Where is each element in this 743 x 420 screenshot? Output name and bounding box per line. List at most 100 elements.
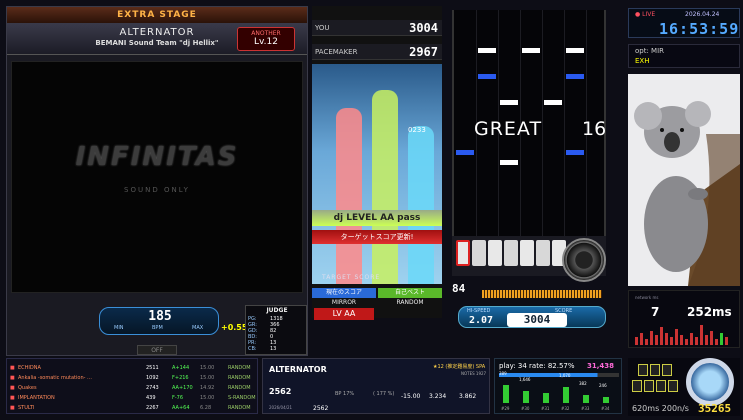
koala-image [628, 74, 740, 286]
clock-panel: ● LIVE 2026.04.24 16:53:59 [628, 8, 740, 38]
card-percent: ( 177 %) [373, 391, 395, 397]
history-opt: RANDOM [228, 365, 251, 371]
latency-caption: network ms [635, 295, 659, 300]
history-score: 2267 [146, 405, 159, 411]
judge-row: CB: 13 [248, 346, 306, 352]
play-bar-label: #30 [521, 406, 530, 411]
latency-histogram [635, 325, 728, 345]
bpm-label: BPM [152, 325, 163, 331]
pacemaker-label: PACEMAKER [315, 48, 358, 56]
history-rate: 14.92 [200, 385, 215, 391]
play-bar [543, 393, 549, 403]
controller-key [662, 364, 672, 376]
history-song: STULTI [18, 405, 35, 411]
groove-gauge [482, 290, 602, 298]
score-bar [372, 90, 398, 284]
play-bar-label: #29 [501, 406, 510, 411]
card-title: ALTERNATOR [269, 365, 327, 374]
play-bar [603, 397, 609, 403]
target-update-banner: ターゲットスコア更新! [312, 230, 442, 244]
history-score: 1092 [146, 375, 159, 381]
history-label: ■ [10, 375, 15, 381]
note [544, 100, 562, 105]
judge-key: CB: [248, 346, 257, 352]
history-row[interactable]: ■ ECHIDNA 2511 A+144 15.00 RANDOM [10, 363, 256, 373]
stage-label: EXTRA STAGE [7, 7, 307, 23]
history-opt: RANDOM [228, 405, 251, 411]
you-score: 3004 [409, 21, 438, 35]
judgement-text: GREAT [474, 118, 543, 140]
history-rate: 6.28 [200, 405, 212, 411]
history-rate: 15.00 [200, 375, 215, 381]
sound-only-label: SOUND ONLY [124, 186, 190, 194]
card-bp: BP 17% [335, 391, 355, 397]
note [522, 48, 540, 53]
controller-key [632, 380, 642, 392]
latency-panel: network ms 7 252ms [628, 290, 740, 348]
card-score: 2562 [269, 387, 292, 396]
history-diff: A+144 [172, 365, 190, 371]
ms-readout: 620ms 200n/s [632, 404, 689, 413]
score-value: 3004 [507, 313, 567, 327]
turntable-ring-icon [686, 358, 734, 406]
play-bar-label: #34 [601, 406, 610, 411]
option-label: opt: MIR [635, 47, 665, 55]
dj-level: dj LEVEL AA pass [312, 210, 442, 226]
history-score: 2743 [146, 385, 159, 391]
difficulty-name: ANOTHER [251, 30, 281, 37]
judge-title: JUDGE [266, 307, 288, 314]
note [500, 160, 518, 165]
history-song: IMPLANTATION [18, 395, 55, 401]
history-row[interactable]: ■ Quakes 2743 AA+170 14.92 RANDOM [10, 383, 256, 393]
play-bar-label: #32 [561, 406, 570, 411]
history-score: 439 [146, 395, 156, 401]
option-panel: opt: MIR EXH [628, 44, 740, 68]
latency-count: 7 [651, 305, 660, 319]
note-lanes: GREAT 16 [452, 10, 606, 262]
play-stats: play: 34 rate: 82.57% 31,438 #29 389 #30 1,… [494, 358, 622, 414]
you-label: YOU [315, 24, 330, 32]
history-rate: 15.00 [200, 395, 215, 401]
history-row[interactable]: ■ STULTI 2267 AA+64 6.28 RANDOM [10, 403, 256, 413]
off-button[interactable]: OFF [137, 345, 177, 355]
pacemaker-row: PACEMAKER 2967 [312, 44, 442, 60]
hispeed-value: 2.07 [469, 315, 494, 326]
play-bar [523, 391, 529, 403]
history-row[interactable]: ■ Ankalia -somatic mutation- … 1092 F+216 15… [10, 373, 256, 383]
exh-label: EXH [635, 57, 650, 65]
key-3 [488, 240, 502, 266]
play-bar [563, 387, 569, 403]
note [566, 48, 584, 53]
hispeed-score-box: HI-SPEED SCORE 2.07 3004 [458, 306, 606, 328]
history-rate: 15.00 [200, 365, 215, 371]
you-score-row: YOU 3004 [312, 20, 442, 36]
history-opt: S-RANDOM [228, 395, 256, 401]
bpm-max-label: MAX [192, 325, 204, 331]
target-score-label: TARGET SCORE [322, 274, 381, 281]
score-graph: 0233 dj LEVEL AA pass ターゲットスコア更新! [312, 64, 442, 284]
gauge-value: 84 [452, 282, 466, 295]
game-logo: INFINITAS [75, 142, 239, 172]
card-value-2: 3.862 [459, 393, 477, 400]
song-info-card: ALTERNATOR ★12 (推定難易度) SPA NOTES 1927 25… [262, 358, 490, 414]
graph-score: 0233 [408, 126, 426, 134]
history-score: 2511 [146, 365, 159, 371]
best-score-tab[interactable]: 自己ベスト [378, 288, 442, 298]
score-panel: YOU 3004 PACEMAKER 2967 0233 dj LEVEL AA… [312, 6, 442, 320]
history-song: ECHIDNA [18, 365, 41, 371]
history-opt: RANDOM [228, 375, 251, 381]
history-label: ■ [10, 395, 15, 401]
history-row[interactable]: ■ IMPLANTATION 439 F-76 15.00 S-RANDOM [10, 393, 256, 403]
play-bar [503, 385, 509, 403]
play-total: 31,438 [587, 362, 615, 370]
bpm-value: 185 [148, 309, 172, 324]
history-opt: RANDOM [228, 385, 251, 391]
note [500, 100, 518, 105]
play-history: ■ ECHIDNA 2511 A+144 15.00 RANDOM ■ Ankalia -so… [6, 358, 258, 414]
play-bar-count: 382 [579, 381, 587, 386]
judge-value: 13 [270, 346, 277, 352]
video-area: INFINITAS SOUND ONLY [11, 61, 303, 293]
bpm-min-label: MIN [114, 325, 124, 331]
current-score-tab[interactable]: 現在のスコア [312, 288, 376, 298]
difficulty-level: Lv.12 [254, 37, 278, 47]
